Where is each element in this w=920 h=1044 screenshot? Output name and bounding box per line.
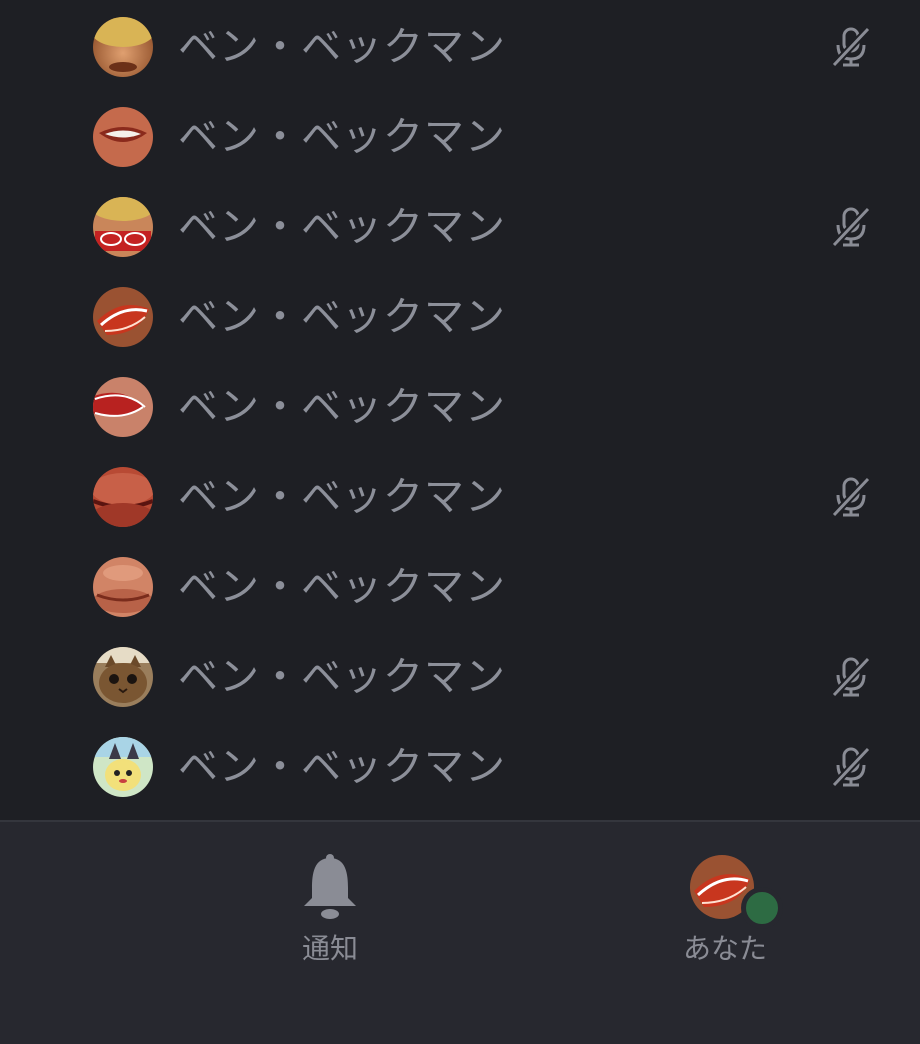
member-row[interactable]: ベン・ベックマン [0,450,920,540]
member-name: ベン・ベックマン [178,24,506,70]
member-name: ベン・ベックマン [178,114,506,160]
bell-icon [300,852,360,922]
mic-muted-icon [830,25,872,69]
member-name: ベン・ベックマン [178,294,506,340]
tab-notifications[interactable]: 通知 [270,852,390,982]
cartoon-avatar-icon [93,737,153,797]
member-list: ベン・ベックマン ベン・ベックマン ベン・ベックマン ベン・ベックマン ベン・ベ… [0,0,920,820]
member-name: ベン・ベックマン [178,384,506,430]
lips-avatar-icon [93,287,153,347]
member-name: ベン・ベックマン [178,474,506,520]
member-row[interactable]: ベン・ベックマン [0,180,920,270]
cat-avatar-icon [93,647,153,707]
member-row[interactable]: ベン・ベックマン [0,540,920,630]
member-name: ベン・ベックマン [178,204,506,250]
lips-avatar-icon [93,557,153,617]
mic-muted-icon [830,205,872,249]
app-screen: ベン・ベックマン ベン・ベックマン ベン・ベックマン ベン・ベックマン ベン・ベ… [0,0,920,1044]
member-name: ベン・ベックマン [178,744,506,790]
member-name: ベン・ベックマン [178,654,506,700]
mic-muted-icon [830,745,872,789]
online-status-indicator [741,887,783,929]
tab-label: あなた [682,932,767,965]
member-name: ベン・ベックマン [178,564,506,610]
face-avatar-icon [93,197,153,257]
member-row[interactable]: ベン・ベックマン [0,630,920,720]
mic-muted-icon [830,475,872,519]
member-row[interactable]: ベン・ベックマン [0,90,920,180]
bottom-tab-bar: 通知 あなた [0,820,920,1044]
tab-label: 通知 [301,932,358,965]
face-avatar-icon [93,17,153,77]
lips-avatar-icon [93,467,153,527]
lips-avatar-icon [93,377,153,437]
member-row[interactable]: ベン・ベックマン [0,0,920,90]
member-row[interactable]: ベン・ベックマン [0,270,920,360]
smile-avatar-icon [93,107,153,167]
member-row[interactable]: ベン・ベックマン [0,720,920,810]
tab-you[interactable]: あなた [660,852,790,982]
mic-muted-icon [830,655,872,699]
member-row[interactable]: ベン・ベックマン [0,360,920,450]
